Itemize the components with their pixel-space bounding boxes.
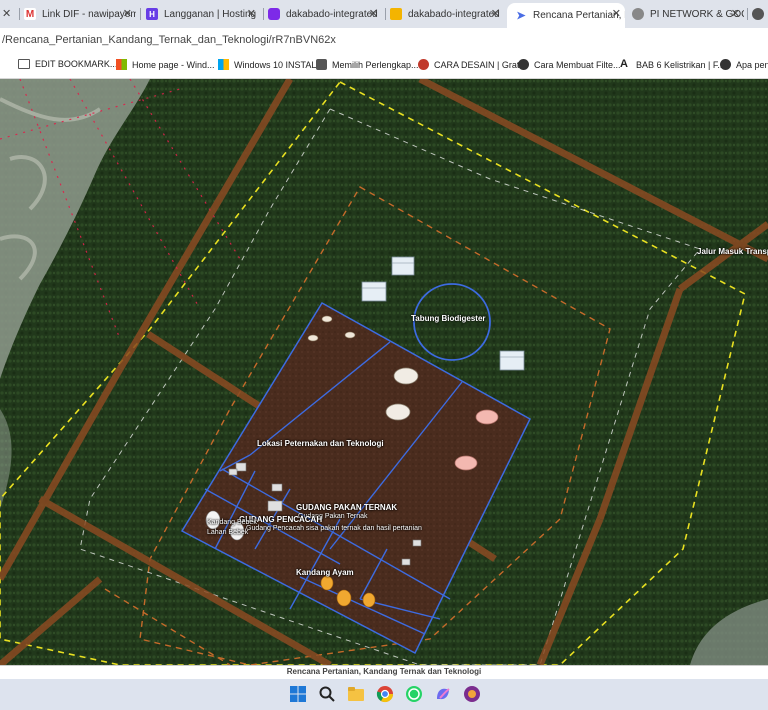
windows-icon <box>116 59 127 70</box>
building-icon[interactable] <box>391 256 415 276</box>
chrome-icon[interactable] <box>376 685 394 703</box>
address-bar[interactable]: /Rencana_Pertanian_Kandang_Ternak_dan_Te… <box>0 28 768 54</box>
tab-label: Langganan | Hosting <box>164 8 257 20</box>
label-jalur-masuk: Jalur Masuk Transp <box>697 247 768 256</box>
tab-overflow[interactable] <box>752 3 768 25</box>
map-caption-bar: Rencana Pertanian, Kandang Ternak dan Te… <box>0 665 768 680</box>
windows-icon <box>218 59 229 70</box>
font-a-icon: A <box>620 58 628 70</box>
copilot-icon[interactable] <box>434 685 452 703</box>
gmail-icon: M <box>24 8 36 20</box>
bookmark-edit[interactable]: EDIT BOOKMARK... <box>18 59 117 69</box>
bookmark-home-page[interactable]: Home page - Wind... <box>116 59 215 70</box>
bookmark-label: Home page - Wind... <box>132 59 215 70</box>
bookmark-label: Windows 10 INSTALL <box>234 59 322 70</box>
bookmark-apa-peny[interactable]: Apa peny <box>720 59 768 70</box>
hostinger-icon: H <box>146 8 158 20</box>
avatar-icon <box>316 59 327 70</box>
start-icon[interactable] <box>289 685 307 703</box>
slides-icon <box>390 8 402 20</box>
tab-close-icon[interactable]: ✕ <box>612 7 621 20</box>
bookmark-windows10[interactable]: Windows 10 INSTALL <box>218 59 321 70</box>
search-icon[interactable] <box>318 685 336 703</box>
bookmark-memilih[interactable]: Memilih Perlengkap... <box>316 59 419 70</box>
tab-gmail[interactable]: M Link DIF - nawipayem ✕ <box>24 3 136 25</box>
label-kandang-ayam: Kandang Ayam <box>296 568 354 577</box>
crown-icon <box>418 59 429 70</box>
tab-label: dakabado-integrated <box>286 8 378 20</box>
app-icon[interactable] <box>463 685 481 703</box>
bookmarks-bar: EDIT BOOKMARK... Home page - Wind... Win… <box>0 54 768 79</box>
tab-close-icon[interactable]: ✕ <box>123 7 132 20</box>
browser-tab-bar: ✕ M Link DIF - nawipayem ✕ H Langganan |… <box>0 0 768 28</box>
tab-dakabado-1[interactable]: dakabado-integrated ✕ <box>268 3 382 25</box>
tab-hosting[interactable]: H Langganan | Hosting ✕ <box>146 3 260 25</box>
label-gudang-pakan: GUDANG PAKAN TERNAK <box>296 503 398 512</box>
bookmark-label: Cara Membuat Filte... <box>534 59 621 70</box>
label-lahan-bebek: Lahan Bebek <box>207 529 249 536</box>
tab-close-icon[interactable]: ✕ <box>369 7 378 20</box>
satellite-map[interactable]: Tabung Biodigester Jalur Masuk Transp Lo… <box>0 79 768 665</box>
url-text[interactable]: /Rencana_Pertanian_Kandang_Ternak_dan_Te… <box>2 34 336 46</box>
bookmark-cara-desain[interactable]: CARA DESAIN | Gratis <box>418 59 526 70</box>
tab-dakabado-2[interactable]: dakabado-integrated ✕ <box>390 3 504 25</box>
globe-icon <box>518 59 529 70</box>
building-icon[interactable] <box>499 350 525 371</box>
building-icon[interactable] <box>361 281 387 302</box>
tab-pi-network[interactable]: PI NETWORK & GOC ✕ <box>632 3 744 25</box>
windows-taskbar <box>0 679 768 710</box>
label-tabung-biodigester: Tabung Biodigester <box>411 314 486 323</box>
bookmark-label: Memilih Perlengkap... <box>332 59 419 70</box>
bookmark-label: BAB 6 Kelistrikan | F... <box>636 59 725 70</box>
pin-icon: ➤ <box>515 9 527 22</box>
folder-icon <box>18 59 30 69</box>
bookmark-label: EDIT BOOKMARK... <box>35 59 118 69</box>
globe-icon <box>752 8 764 20</box>
globe-icon <box>632 8 644 20</box>
bookmark-label: Apa peny <box>736 59 768 70</box>
map-caption: Rencana Pertanian, Kandang Ternak dan Te… <box>286 667 482 676</box>
map-canvas[interactable] <box>0 79 768 665</box>
globe-icon <box>720 59 731 70</box>
canva-icon <box>268 8 280 20</box>
tab-rencana-pertanian[interactable]: ➤ Rencana Pertanian, K ✕ <box>507 3 625 28</box>
tab-close-icon[interactable]: ✕ <box>247 7 256 20</box>
label-lokasi-peternakan: Lokasi Peternakan dan Teknologi <box>257 439 384 448</box>
label-gudang-pencacah-sub: Gudang Pencacah sisa pakan ternak dan ha… <box>246 525 422 532</box>
label-kandang-bebek: Kandang Bebek <box>207 519 257 526</box>
tab-close-icon[interactable]: ✕ <box>2 7 12 20</box>
tab-close-icon[interactable]: ✕ <box>491 7 500 20</box>
tab-partial[interactable]: ✕ <box>0 3 16 25</box>
bookmark-label: CARA DESAIN | Gratis <box>434 59 526 70</box>
bookmark-cara-membuat[interactable]: Cara Membuat Filte... <box>518 59 621 70</box>
tab-label: dakabado-integrated <box>408 8 500 20</box>
tab-close-icon[interactable]: ✕ <box>731 7 740 20</box>
file-explorer-icon[interactable] <box>347 685 365 703</box>
whatsapp-icon[interactable] <box>405 685 423 703</box>
bookmark-bab6[interactable]: A BAB 6 Kelistrikan | F... <box>620 59 725 70</box>
